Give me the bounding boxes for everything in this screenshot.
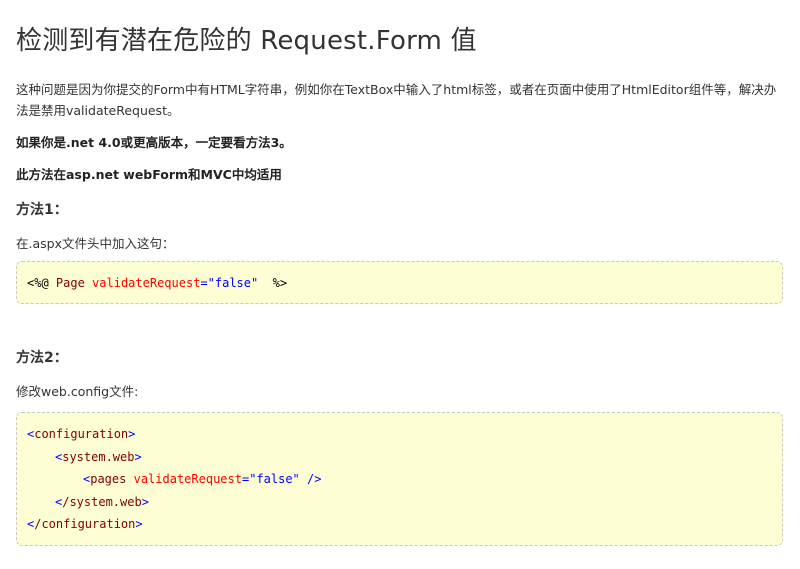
method1-heading: 方法1： — [16, 202, 68, 218]
code-directive-name: Page — [48, 276, 93, 290]
method2-code-block: <configuration> <system.web> <pages valida… — [16, 412, 783, 546]
code-line-system-web-open: <system.web> — [55, 449, 142, 464]
code-line-configuration-open: <configuration> — [27, 427, 136, 441]
code-equals: = — [200, 276, 208, 290]
version-note: 如果你是.net 4.0或更高版本，一定要看方法3。 — [16, 135, 292, 150]
code-line-system-web-close: </system.web> — [55, 494, 149, 509]
code-attr-name: validateRequest — [92, 276, 201, 290]
page-title: 检测到有潜在危险的 Request.Form 值 — [16, 26, 477, 56]
method2-description: 修改web.config文件: — [16, 384, 139, 399]
applies-note: 此方法在asp.net webForm和MVC中均适用 — [16, 167, 282, 182]
method2-heading: 方法2： — [16, 350, 68, 366]
code-line-configuration-close: </configuration> — [27, 517, 143, 532]
code-directive-close: %> — [258, 276, 288, 290]
code-attr-value: "false" — [207, 276, 259, 290]
code-line-pages: <pages validateRequest="false" /> — [83, 472, 322, 487]
code-directive-open: <%@ — [27, 276, 49, 290]
method1-code-block: <%@ Page validateRequest="false" %> — [16, 261, 783, 304]
method1-description: 在.aspx文件头中加入这句： — [16, 236, 175, 251]
intro-paragraph: 这种问题是因为你提交的Form中有HTML字符串，例如你在TextBox中输入了… — [16, 82, 777, 118]
